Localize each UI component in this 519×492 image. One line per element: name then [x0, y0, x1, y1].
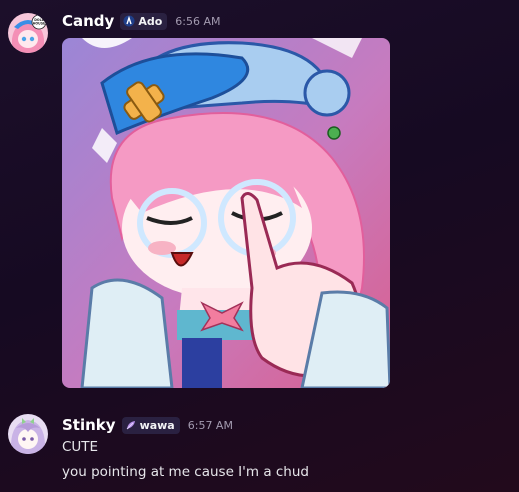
message-line-2: you pointing at me cause I'm a chud: [62, 464, 309, 480]
message-header-stinky: Stinky wawa 6:57 AM: [62, 416, 233, 434]
avatar-stinky[interactable]: [8, 414, 48, 454]
guild-tag-label: wawa: [139, 418, 175, 432]
username-candy[interactable]: Candy: [62, 12, 114, 30]
avatar-stinky-image: [8, 414, 48, 454]
image-attachment[interactable]: [62, 38, 390, 388]
guild-tag-candy[interactable]: Ado: [120, 12, 168, 30]
username-stinky[interactable]: Stinky: [62, 416, 116, 434]
feather-icon: [126, 421, 135, 430]
guild-tag-stinky[interactable]: wawa: [121, 416, 180, 434]
avatar-badge-text: DOLL HOUSE: [33, 18, 45, 26]
timestamp-stinky[interactable]: 6:57 AM: [188, 419, 233, 432]
message-candy: DOLL HOUSE Candy Ado 6:56 AM: [0, 0, 519, 395]
message-stinky: Stinky wawa 6:57 AM CUTE you pointing at…: [0, 395, 519, 492]
attachment-illustration: [62, 38, 390, 388]
message-line-1: CUTE: [62, 439, 99, 455]
guild-tag-label: Ado: [138, 14, 163, 28]
ado-mic-icon: [123, 15, 135, 27]
message-header-candy: Candy Ado 6:56 AM: [62, 12, 221, 30]
avatar-candy-image: DOLL HOUSE: [8, 13, 48, 53]
timestamp-candy[interactable]: 6:56 AM: [175, 15, 220, 28]
avatar-candy[interactable]: DOLL HOUSE: [8, 13, 48, 53]
